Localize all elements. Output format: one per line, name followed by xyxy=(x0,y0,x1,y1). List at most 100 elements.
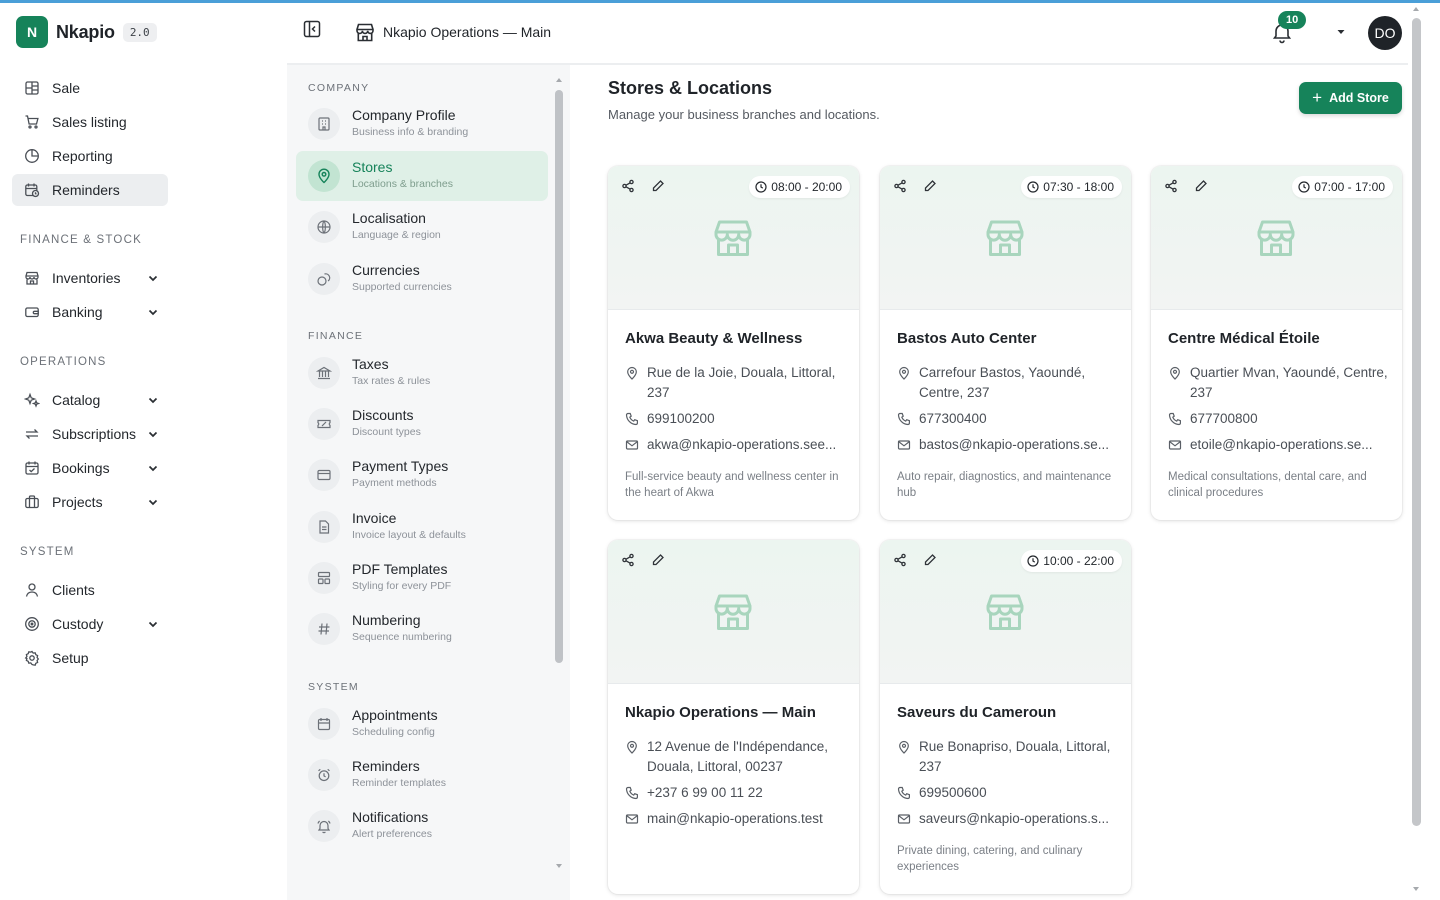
settings-item-localisation[interactable]: Localisation Language & region xyxy=(296,202,548,252)
store-card[interactable]: Nkapio Operations — Main 12 Avenue de l'… xyxy=(608,540,859,894)
settings-item-currencies[interactable]: Currencies Supported currencies xyxy=(296,254,548,304)
settings-item-title: Company Profile xyxy=(352,107,456,123)
sidebar-item-clients[interactable]: Clients xyxy=(12,574,168,606)
store-name: Nkapio Operations — Main xyxy=(625,704,816,721)
opening-hours: 08:00 - 20:00 xyxy=(771,180,842,194)
settings-item-taxes[interactable]: Taxes Tax rates & rules xyxy=(296,348,548,398)
store-card-cover: 07:30 - 18:00 xyxy=(880,166,1131,310)
settings-item-payment-types[interactable]: Payment Types Payment methods xyxy=(296,450,548,500)
bell-ring-icon xyxy=(308,810,340,842)
sidebar-item-banking[interactable]: Banking xyxy=(12,296,168,328)
opening-hours-badge: 10:00 - 22:00 xyxy=(1021,550,1122,572)
store-placeholder-icon xyxy=(709,214,757,262)
avatar[interactable]: DO xyxy=(1368,16,1402,50)
settings-item-notifications[interactable]: Notifications Alert preferences xyxy=(296,801,548,851)
sidebar-item-projects[interactable]: Projects xyxy=(12,486,168,518)
settings-item-subtitle: Reminder templates xyxy=(352,777,446,789)
wallet-icon xyxy=(25,307,39,318)
top-accent-line xyxy=(0,0,1440,3)
share-icon[interactable] xyxy=(1161,176,1181,196)
pencil-icon[interactable] xyxy=(648,176,668,196)
store-name: Centre Médical Étoile xyxy=(1168,330,1320,347)
share-icon[interactable] xyxy=(618,176,638,196)
settings-item-subtitle: Sequence numbering xyxy=(352,631,452,643)
version-badge: 2.0 xyxy=(122,22,157,42)
sidebar-item-bookings[interactable]: Bookings xyxy=(12,452,168,484)
sidebar-item-inventories[interactable]: Inventories xyxy=(12,262,168,294)
settings-item-reminders[interactable]: Reminders Reminder templates xyxy=(296,750,548,800)
sidebar-item-label: Clients xyxy=(52,582,95,598)
page-scrollbar[interactable] xyxy=(1412,18,1421,826)
settings-item-invoice[interactable]: Invoice Invoice layout & defaults xyxy=(296,502,548,552)
settings-item-title: Appointments xyxy=(352,707,438,723)
brand-logo: N xyxy=(16,16,48,48)
share-icon[interactable] xyxy=(618,550,638,570)
pie-chart-icon xyxy=(25,149,39,163)
store-card[interactable]: 08:00 - 20:00 Akwa Beauty & Wellness Rue… xyxy=(608,166,859,520)
settings-scrollbar[interactable] xyxy=(555,90,563,663)
chevron-down-icon xyxy=(148,499,158,506)
settings-item-company-profile[interactable]: Company Profile Business info & branding xyxy=(296,99,548,149)
settings-item-subtitle: Locations & branches xyxy=(352,178,453,190)
main-sidebar: N Nkapio 2.0 Sale Sales listing Reportin… xyxy=(0,3,180,900)
store-card[interactable]: 10:00 - 22:00 Saveurs du Cameroun Rue Bo… xyxy=(880,540,1131,894)
clock-icon xyxy=(1027,555,1043,567)
settings-scroll-up[interactable] xyxy=(556,78,562,82)
opening-hours: 10:00 - 22:00 xyxy=(1043,554,1114,568)
sidebar-item-catalog[interactable]: Catalog xyxy=(12,384,168,416)
share-icon[interactable] xyxy=(890,550,910,570)
grid-icon xyxy=(25,81,39,95)
settings-item-subtitle: Language & region xyxy=(352,229,441,241)
settings-item-stores[interactable]: Stores Locations & branches xyxy=(296,151,548,201)
pencil-icon[interactable] xyxy=(920,550,940,570)
page-scroll-down[interactable] xyxy=(1413,887,1419,891)
pencil-icon[interactable] xyxy=(1191,176,1211,196)
opening-hours: 07:30 - 18:00 xyxy=(1043,180,1114,194)
store-email: bastos@nkapio-operations.se... xyxy=(897,435,1117,455)
sidebar-item-sales-listing[interactable]: Sales listing xyxy=(12,106,168,138)
settings-item-pdf-templates[interactable]: PDF Templates Styling for every PDF xyxy=(296,553,548,603)
store-card[interactable]: 07:30 - 18:00 Bastos Auto Center Carrefo… xyxy=(880,166,1131,520)
chevron-down-icon xyxy=(148,431,158,438)
settings-section-company: COMPANY xyxy=(308,82,370,94)
sidebar-item-setup[interactable]: Setup xyxy=(12,642,168,674)
sidebar-item-reporting[interactable]: Reporting xyxy=(12,140,168,172)
chevron-down-icon[interactable] xyxy=(1336,27,1346,37)
pencil-icon[interactable] xyxy=(920,176,940,196)
settings-scroll-down[interactable] xyxy=(556,864,562,868)
file-text-icon xyxy=(308,511,340,543)
brand[interactable]: N Nkapio 2.0 xyxy=(16,16,157,48)
add-store-button[interactable]: + Add Store xyxy=(1299,82,1402,114)
store-card[interactable]: 07:00 - 17:00 Centre Médical Étoile Quar… xyxy=(1151,166,1402,520)
settings-item-title: PDF Templates xyxy=(352,561,448,577)
settings-item-title: Currencies xyxy=(352,262,420,278)
settings-item-title: Discounts xyxy=(352,407,414,423)
store-switcher-title[interactable]: Nkapio Operations — Main xyxy=(383,24,551,40)
sidebar-section-system: SYSTEM xyxy=(20,546,75,558)
share-icon[interactable] xyxy=(890,176,910,196)
sidebar-toggle-icon[interactable] xyxy=(302,19,322,39)
notification-count-badge: 10 xyxy=(1278,11,1307,29)
settings-item-appointments[interactable]: Appointments Scheduling config xyxy=(296,699,548,749)
settings-item-numbering[interactable]: Numbering Sequence numbering xyxy=(296,604,548,654)
clock-icon xyxy=(1298,181,1314,193)
sidebar-item-subscriptions[interactable]: Subscriptions xyxy=(12,418,168,450)
hash-icon xyxy=(308,613,340,645)
cart-icon xyxy=(25,115,39,129)
bank-icon xyxy=(308,357,340,389)
sidebar-item-sale[interactable]: Sale xyxy=(12,72,168,104)
settings-item-discounts[interactable]: Discounts Discount types xyxy=(296,399,548,449)
store-email-text: bastos@nkapio-operations.se... xyxy=(919,437,1110,452)
page-scroll-up[interactable] xyxy=(1413,7,1419,11)
store-email: main@nkapio-operations.test xyxy=(625,809,845,829)
settings-item-title: Notifications xyxy=(352,809,429,825)
sidebar-item-reminders[interactable]: Reminders xyxy=(12,174,168,206)
pencil-icon[interactable] xyxy=(648,550,668,570)
sidebar-item-custody[interactable]: Custody xyxy=(12,608,168,640)
store-phone: 677700800 xyxy=(1168,409,1388,429)
store-address-text: Rue de la Joie, Douala, Littoral, 237 xyxy=(647,365,836,400)
ticket-icon xyxy=(308,408,340,440)
calendar-clock-icon xyxy=(25,183,40,198)
store-email-text: main@nkapio-operations.test xyxy=(647,811,823,826)
store-address-text: Carrefour Bastos, Yaoundé, Centre, 237 xyxy=(919,365,1086,400)
